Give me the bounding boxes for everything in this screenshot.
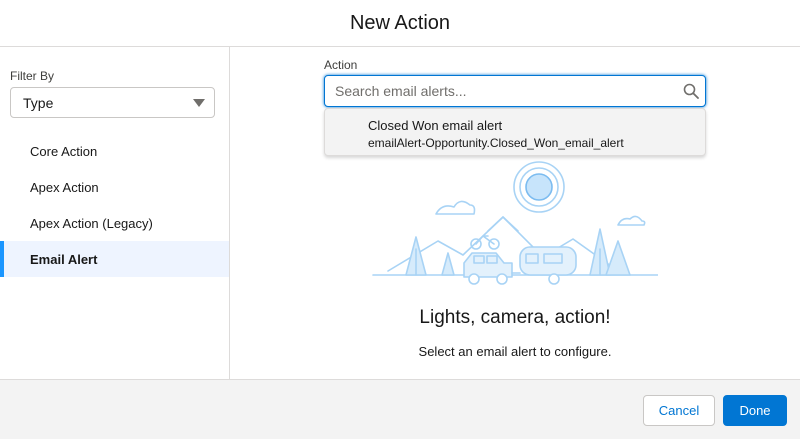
modal-footer: Cancel Done [0, 379, 800, 439]
sidebar-item-label: Apex Action (Legacy) [30, 215, 153, 231]
dropdown-option-title[interactable]: Closed Won email alert [368, 118, 502, 133]
chevron-down-icon [193, 99, 205, 107]
sidebar-item-apex-action-legacy[interactable]: Apex Action (Legacy) [0, 205, 229, 241]
empty-state-title: Lights, camera, action! [419, 307, 611, 328]
filter-type-select[interactable]: Type [10, 87, 215, 118]
sidebar-item-core-action[interactable]: Core Action [0, 133, 229, 169]
search-results-dropdown[interactable]: Closed Won email alert emailAlert-Opport… [324, 108, 706, 156]
sidebar-item-email-alert[interactable]: Email Alert [0, 241, 229, 277]
cancel-button[interactable]: Cancel [643, 395, 715, 426]
done-button[interactable]: Done [723, 395, 787, 426]
empty-state-illustration [372, 161, 658, 285]
sidebar-item-apex-action[interactable]: Apex Action [0, 169, 229, 205]
sidebar-item-label: Core Action [30, 143, 98, 159]
sidebar-item-label: Email Alert [30, 251, 98, 267]
sidebar-item-label: Apex Action [30, 179, 99, 195]
filter-by-label: Filter By [10, 69, 55, 83]
main-panel: Action Closed Won email alert emailAlert… [230, 47, 800, 379]
search-input[interactable] [335, 83, 665, 99]
empty-state-subtitle: Select an email alert to configure. [418, 344, 612, 359]
modal-title: New Action [349, 11, 451, 34]
search-combobox[interactable] [324, 75, 706, 107]
filter-sidebar: Filter By Type Core Action Apex Action A… [0, 47, 230, 379]
search-icon[interactable] [683, 83, 699, 99]
action-field-label: Action [324, 58, 358, 72]
modal-header: New Action [0, 0, 800, 47]
filter-select-value: Type [23, 94, 54, 111]
dropdown-option-subtitle: emailAlert-Opportunity.Closed_Won_email_… [368, 136, 624, 150]
